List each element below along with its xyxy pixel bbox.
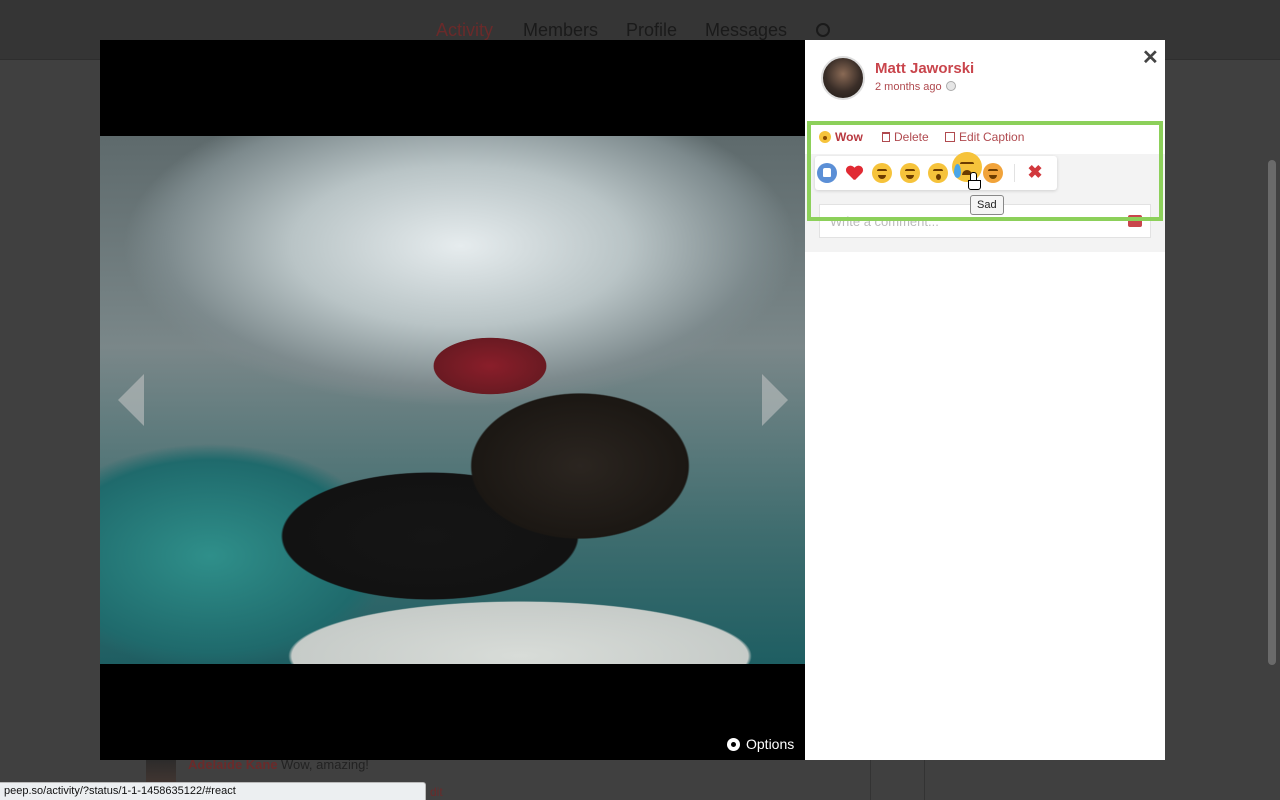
gear-icon xyxy=(727,737,740,751)
reaction-button[interactable]: Wow xyxy=(819,130,863,144)
like-reaction-icon[interactable] xyxy=(817,163,837,183)
next-photo-arrow[interactable] xyxy=(762,374,788,426)
delete-button[interactable]: Delete xyxy=(882,130,929,144)
reaction-label: Wow xyxy=(835,130,863,144)
surfing-photo xyxy=(100,136,805,664)
comment-edit-link[interactable]: dit xyxy=(430,785,443,799)
wow-icon xyxy=(819,131,831,143)
photo-lightbox: Options ✕ Matt Jaworski 2 months ago Wow… xyxy=(100,40,1165,760)
search-icon[interactable] xyxy=(816,23,830,37)
angry-reaction-icon[interactable] xyxy=(983,163,1003,183)
post-actions: Wow Delete Edit Caption xyxy=(805,124,1165,154)
tear-icon xyxy=(954,164,961,178)
edit-icon xyxy=(945,132,955,142)
author-avatar[interactable] xyxy=(821,56,865,100)
love-reaction-icon[interactable] xyxy=(844,163,864,183)
edit-caption-button[interactable]: Edit Caption xyxy=(945,130,1024,144)
nav-profile[interactable]: Profile xyxy=(626,20,677,41)
globe-icon xyxy=(946,81,956,91)
photo-viewer: Options xyxy=(100,40,805,760)
reactions-divider xyxy=(1014,164,1015,182)
reactions-picker: ✖ xyxy=(815,152,1057,190)
laugh-reaction-icon[interactable] xyxy=(872,163,892,183)
camera-icon[interactable] xyxy=(1128,215,1142,227)
nav-activity[interactable]: Activity xyxy=(436,20,493,41)
status-bar-url: peep.so/activity/?status/1-1-1458635122/… xyxy=(0,782,426,800)
wow-reaction-icon[interactable] xyxy=(928,163,948,183)
divider xyxy=(870,760,871,800)
photo-sidebar: ✕ Matt Jaworski 2 months ago Wow Delete … xyxy=(805,40,1165,760)
heart-icon xyxy=(846,166,862,181)
comment-input[interactable] xyxy=(820,205,1110,237)
options-label: Options xyxy=(746,736,795,752)
edit-caption-label: Edit Caption xyxy=(959,130,1025,144)
author-name[interactable]: Matt Jaworski xyxy=(875,60,974,77)
divider xyxy=(924,760,925,800)
nav-members[interactable]: Members xyxy=(523,20,598,41)
nav-messages[interactable]: Messages xyxy=(705,20,787,41)
cancel-reaction-icon[interactable]: ✖ xyxy=(1025,162,1045,182)
hand-cursor-icon xyxy=(968,172,981,190)
close-icon[interactable]: ✕ xyxy=(1142,45,1159,70)
previous-photo-arrow[interactable] xyxy=(118,374,144,426)
reaction-tooltip: Sad xyxy=(970,195,1004,215)
options-button[interactable]: Options xyxy=(727,736,794,752)
trash-icon xyxy=(882,132,890,142)
page-scrollbar[interactable] xyxy=(1268,160,1276,665)
wink-reaction-icon[interactable] xyxy=(900,163,920,183)
delete-label: Delete xyxy=(894,130,929,144)
post-time[interactable]: 2 months ago xyxy=(875,81,942,93)
